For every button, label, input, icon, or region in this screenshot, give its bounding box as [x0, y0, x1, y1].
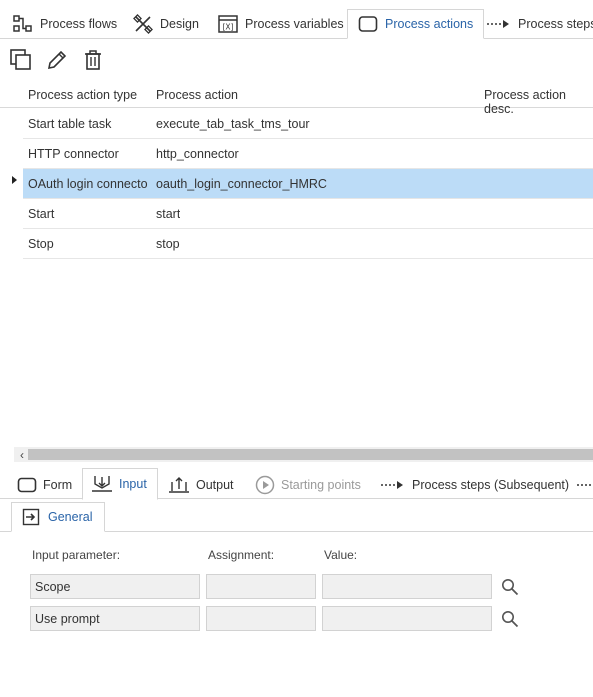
- tab-label: Output: [196, 478, 234, 492]
- cell-action: stop: [156, 237, 180, 251]
- tab-process-steps[interactable]: Process steps: [486, 9, 593, 39]
- cell-type: HTTP connector: [28, 147, 119, 161]
- header-value: Value:: [324, 548, 358, 562]
- search-button[interactable]: [500, 577, 520, 597]
- param-assignment-field[interactable]: [206, 606, 316, 631]
- detail-tab-bar: Form Input Output Starting points Proces…: [0, 467, 593, 500]
- more-dots-icon: [577, 484, 591, 486]
- tab-starting-points[interactable]: Starting points: [255, 471, 361, 499]
- tab-label: Form: [43, 478, 73, 492]
- table-row-selected[interactable]: OAuth login connecto oauth_login_connect…: [23, 169, 593, 199]
- tab-label: Process flows: [40, 17, 118, 31]
- header-assignment: Assignment:: [208, 548, 275, 562]
- grid-header: Process action type Process action Proce…: [0, 82, 593, 116]
- design-icon: [132, 13, 154, 35]
- process-actions-grid: Process action type Process action Proce…: [0, 82, 593, 116]
- tab-label: Process actions: [385, 17, 474, 31]
- param-name-field: Use prompt: [30, 606, 200, 631]
- more-tabs-button[interactable]: [576, 471, 593, 499]
- scrollbar-thumb[interactable]: [28, 449, 593, 460]
- top-tab-bar: Process flows Design [X] Process variabl…: [0, 0, 593, 39]
- tab-label: Process steps: [518, 17, 593, 31]
- process-variables-icon: [X]: [217, 13, 239, 35]
- tab-form[interactable]: Form: [17, 471, 72, 499]
- tab-label: General: [48, 510, 93, 524]
- tab-process-steps-subsequent[interactable]: Process steps (Subsequent): [380, 471, 569, 499]
- cell-action: start: [156, 207, 181, 221]
- process-flows-icon: [12, 13, 34, 35]
- tab-process-variables[interactable]: [X] Process variables: [217, 9, 344, 39]
- horizontal-scrollbar[interactable]: ‹: [14, 447, 593, 462]
- play-circle-icon: [255, 475, 275, 495]
- table-row[interactable]: Start start: [23, 199, 593, 229]
- trash-icon: [85, 50, 101, 70]
- scroll-left-icon[interactable]: ‹: [16, 447, 28, 462]
- tab-input[interactable]: Input: [82, 468, 158, 500]
- param-value-field[interactable]: [322, 574, 492, 599]
- edit-button[interactable]: [46, 48, 68, 72]
- cell-type: OAuth login connecto: [28, 177, 148, 191]
- copy-button[interactable]: [10, 48, 32, 72]
- param-value-field[interactable]: [322, 606, 492, 631]
- cell-action: http_connector: [156, 147, 239, 161]
- tab-process-actions[interactable]: Process actions: [347, 9, 485, 39]
- cell-type: Start: [28, 207, 55, 221]
- tab-label: Input: [119, 477, 147, 491]
- tab-process-flows[interactable]: Process flows: [12, 9, 117, 39]
- cell-type: Start table task: [28, 117, 112, 131]
- form-icon: [17, 477, 37, 493]
- param-assignment-field[interactable]: [206, 574, 316, 599]
- tab-output[interactable]: Output: [168, 471, 234, 499]
- cell-action: oauth_login_connector_HMRC: [156, 177, 327, 191]
- tab-label: Process variables: [245, 17, 344, 31]
- process-actions-icon: [357, 13, 379, 35]
- table-row[interactable]: HTTP connector http_connector: [23, 139, 593, 169]
- process-steps-icon: [381, 481, 403, 489]
- search-icon: [502, 611, 519, 628]
- copy-icon: [10, 49, 31, 70]
- cell-action: execute_tab_task_tms_tour: [156, 117, 310, 131]
- output-icon: [169, 477, 189, 493]
- enter-icon: [22, 508, 40, 526]
- search-icon: [502, 579, 519, 596]
- delete-button[interactable]: [82, 48, 104, 72]
- search-button[interactable]: [500, 609, 520, 629]
- column-header-action[interactable]: Process action: [156, 88, 238, 102]
- tab-label: Starting points: [281, 478, 361, 492]
- svg-text:[X]: [X]: [223, 23, 234, 32]
- table-row[interactable]: Stop stop: [23, 229, 593, 259]
- param-name-field: Scope: [30, 574, 200, 599]
- cell-type: Stop: [28, 237, 54, 251]
- table-row[interactable]: Start table task execute_tab_task_tms_to…: [23, 109, 593, 139]
- input-icon: [92, 476, 112, 492]
- tab-label: Design: [160, 17, 199, 31]
- process-steps-icon: [486, 13, 512, 35]
- header-input-parameter: Input parameter:: [32, 548, 121, 562]
- tab-general[interactable]: General: [11, 502, 106, 532]
- row-indicator-icon: [12, 176, 17, 184]
- tab-design[interactable]: Design: [132, 9, 199, 39]
- toolbar: [10, 48, 104, 72]
- pencil-icon: [47, 50, 67, 70]
- tab-label: Process steps (Subsequent): [412, 478, 570, 492]
- column-header-type[interactable]: Process action type: [28, 88, 137, 102]
